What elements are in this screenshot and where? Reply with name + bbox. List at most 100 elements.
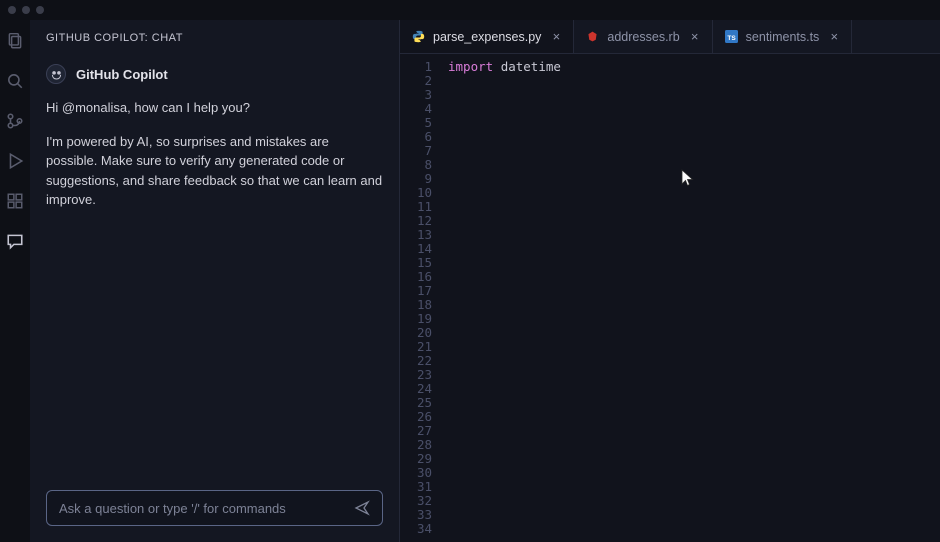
line-number: 2 <box>400 74 432 88</box>
close-icon[interactable]: × <box>549 30 563 44</box>
main-layout: GITHUB COPILOT: CHAT GitHub Copilot Hi @… <box>0 20 940 542</box>
code-line[interactable] <box>448 326 940 340</box>
code-line[interactable] <box>448 144 940 158</box>
code-line[interactable] <box>448 354 940 368</box>
tab-filename: addresses.rb <box>607 30 679 44</box>
code-line[interactable] <box>448 438 940 452</box>
line-number: 30 <box>400 466 432 480</box>
code-line[interactable] <box>448 186 940 200</box>
line-number: 26 <box>400 410 432 424</box>
code-line[interactable] <box>448 214 940 228</box>
code-line[interactable] <box>448 466 940 480</box>
code-line[interactable] <box>448 228 940 242</box>
file-type-icon <box>412 30 425 43</box>
code-content[interactable]: import datetime <box>448 60 940 542</box>
code-line[interactable] <box>448 88 940 102</box>
code-line[interactable] <box>448 298 940 312</box>
chat-icon[interactable] <box>6 232 24 250</box>
code-line[interactable] <box>448 102 940 116</box>
code-line[interactable]: import datetime <box>448 60 940 74</box>
search-icon[interactable] <box>6 72 24 90</box>
line-number: 27 <box>400 424 432 438</box>
chat-body: GitHub Copilot Hi @monalisa, how can I h… <box>30 56 399 480</box>
line-number: 12 <box>400 214 432 228</box>
copilot-avatar-icon <box>46 64 66 84</box>
close-icon[interactable]: × <box>688 30 702 44</box>
code-line[interactable] <box>448 382 940 396</box>
sidebar-title: GITHUB COPILOT: CHAT <box>30 20 399 56</box>
editor-tab[interactable]: addresses.rb × <box>574 20 712 53</box>
code-line[interactable] <box>448 522 940 536</box>
bot-name: GitHub Copilot <box>76 67 168 82</box>
code-line[interactable] <box>448 340 940 354</box>
code-line[interactable] <box>448 242 940 256</box>
code-line[interactable] <box>448 256 940 270</box>
code-line[interactable] <box>448 480 940 494</box>
code-line[interactable] <box>448 116 940 130</box>
line-number: 7 <box>400 144 432 158</box>
code-line[interactable] <box>448 312 940 326</box>
line-number: 10 <box>400 186 432 200</box>
line-number: 17 <box>400 284 432 298</box>
debug-icon[interactable] <box>6 152 24 170</box>
traffic-light-close[interactable] <box>8 6 16 14</box>
editor-tab[interactable]: parse_expenses.py × <box>400 20 574 53</box>
line-number: 4 <box>400 102 432 116</box>
line-gutter: 1234567891011121314151617181920212223242… <box>400 60 448 542</box>
line-number: 8 <box>400 158 432 172</box>
code-line[interactable] <box>448 74 940 88</box>
code-line[interactable] <box>448 452 940 466</box>
code-line[interactable] <box>448 508 940 522</box>
chat-message: Hi @monalisa, how can I help you? <box>46 98 383 118</box>
code-line[interactable] <box>448 284 940 298</box>
chat-input-container[interactable] <box>46 490 383 526</box>
line-number: 32 <box>400 494 432 508</box>
tab-filename: sentiments.ts <box>746 30 820 44</box>
send-button[interactable] <box>354 500 370 516</box>
code-line[interactable] <box>448 396 940 410</box>
traffic-light-zoom[interactable] <box>36 6 44 14</box>
code-line[interactable] <box>448 172 940 186</box>
line-number: 23 <box>400 368 432 382</box>
line-number: 29 <box>400 452 432 466</box>
tab-filename: parse_expenses.py <box>433 30 541 44</box>
activity-bar <box>0 20 30 542</box>
editor-tabs: parse_expenses.py × addresses.rb × TS sentime… <box>400 20 940 54</box>
code-line[interactable] <box>448 270 940 284</box>
code-line[interactable] <box>448 494 940 508</box>
code-area[interactable]: 1234567891011121314151617181920212223242… <box>400 54 940 542</box>
line-number: 18 <box>400 298 432 312</box>
file-type-icon <box>586 30 599 43</box>
editor-tab[interactable]: TS sentiments.ts × <box>713 20 853 53</box>
code-line[interactable] <box>448 130 940 144</box>
file-type-icon: TS <box>725 30 738 43</box>
line-number: 11 <box>400 200 432 214</box>
line-number: 22 <box>400 354 432 368</box>
code-line[interactable] <box>448 368 940 382</box>
code-line[interactable] <box>448 200 940 214</box>
files-icon[interactable] <box>6 32 24 50</box>
extensions-icon[interactable] <box>6 192 24 210</box>
titlebar <box>0 0 940 20</box>
line-number: 28 <box>400 438 432 452</box>
line-number: 5 <box>400 116 432 130</box>
line-number: 20 <box>400 326 432 340</box>
line-number: 15 <box>400 256 432 270</box>
line-number: 25 <box>400 396 432 410</box>
code-line[interactable] <box>448 424 940 438</box>
line-number: 3 <box>400 88 432 102</box>
line-number: 31 <box>400 480 432 494</box>
line-number: 24 <box>400 382 432 396</box>
code-line[interactable] <box>448 158 940 172</box>
line-number: 33 <box>400 508 432 522</box>
chat-sidebar: GITHUB COPILOT: CHAT GitHub Copilot Hi @… <box>30 20 400 542</box>
line-number: 34 <box>400 522 432 536</box>
source-control-icon[interactable] <box>6 112 24 130</box>
line-number: 13 <box>400 228 432 242</box>
traffic-light-minimize[interactable] <box>22 6 30 14</box>
close-icon[interactable]: × <box>827 30 841 44</box>
line-number: 6 <box>400 130 432 144</box>
code-line[interactable] <box>448 410 940 424</box>
chat-input-field[interactable] <box>59 501 354 516</box>
send-icon <box>354 500 370 516</box>
